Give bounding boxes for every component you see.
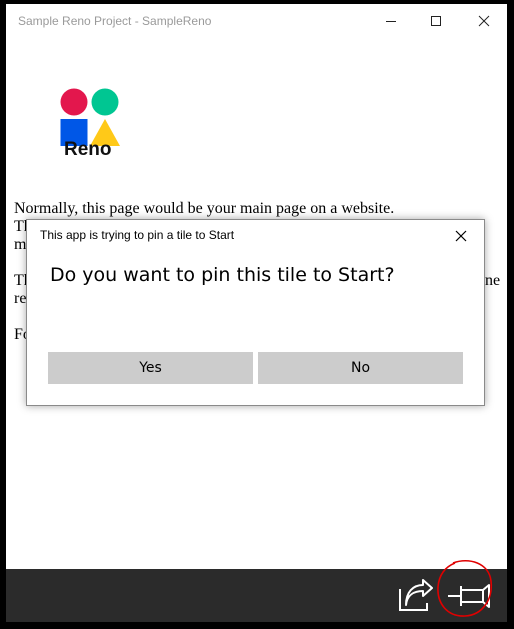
pin-confirmation-dialog: This app is trying to pin a tile to Star… bbox=[26, 219, 485, 406]
close-icon bbox=[478, 15, 490, 27]
minimize-button[interactable] bbox=[368, 4, 414, 38]
pin-icon bbox=[448, 584, 490, 608]
close-icon bbox=[455, 230, 467, 242]
window-title: Sample Reno Project - SampleReno bbox=[18, 14, 212, 28]
title-bar[interactable]: Sample Reno Project - SampleReno bbox=[6, 4, 507, 38]
share-icon bbox=[399, 579, 433, 611]
paragraph-line: Normally, this page would be your main p… bbox=[14, 200, 395, 217]
dialog-caption: This app is trying to pin a tile to Star… bbox=[40, 228, 235, 242]
close-button[interactable] bbox=[461, 4, 507, 38]
pin-button[interactable] bbox=[446, 578, 492, 614]
minimize-icon bbox=[386, 21, 396, 22]
yes-button[interactable]: Yes bbox=[48, 352, 253, 384]
maximize-icon bbox=[431, 16, 441, 26]
share-button[interactable] bbox=[396, 578, 436, 614]
no-button[interactable]: No bbox=[258, 352, 463, 384]
paragraph-tail: ne bbox=[485, 272, 501, 289]
dialog-close-button[interactable] bbox=[445, 221, 477, 251]
maximize-button[interactable] bbox=[413, 4, 459, 38]
app-bar bbox=[6, 569, 507, 622]
logo-text: Reno bbox=[64, 139, 112, 160]
dialog-message: Do you want to pin this tile to Start? bbox=[50, 264, 395, 286]
